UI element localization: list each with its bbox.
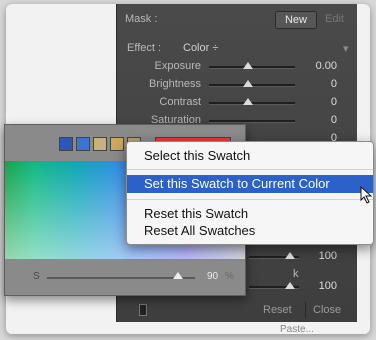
reset-button[interactable]: Reset [263, 304, 292, 316]
contrast-value[interactable]: 0 [307, 96, 337, 108]
exposure-label: Exposure [154, 60, 201, 72]
exposure-slider-thumb[interactable] [243, 62, 253, 69]
menu-item-set-swatch-current-color[interactable]: Set this Swatch to Current Color [127, 175, 373, 193]
menu-separator [127, 199, 373, 200]
mask-label: Mask : [125, 13, 158, 25]
close-button[interactable]: Close [313, 304, 341, 316]
brightness-value[interactable]: 0 [307, 78, 337, 90]
lower-value-1[interactable]: 100 [307, 250, 337, 262]
divider [305, 302, 306, 318]
contrast-label: Contrast [159, 96, 201, 108]
picker-saturation-thumb[interactable] [173, 272, 184, 279]
saturation-slider[interactable] [209, 120, 295, 123]
swatch-4[interactable] [110, 137, 124, 151]
menu-item-reset-swatch[interactable]: Reset this Swatch [127, 205, 373, 223]
menu-item-reset-all-swatches[interactable]: Reset All Swatches [127, 222, 373, 240]
lower-slider-2-thumb[interactable] [285, 282, 295, 289]
lower-label-2: k [293, 268, 299, 280]
contrast-slider-thumb[interactable] [243, 98, 253, 105]
menu-separator [127, 169, 373, 170]
exposure-value[interactable]: 0.00 [307, 60, 337, 72]
paste-label[interactable]: Paste... [280, 324, 314, 335]
saturation-value[interactable]: 0 [307, 114, 337, 126]
swatch-3[interactable] [93, 137, 107, 151]
mask-row: Mask : New Edit [125, 11, 349, 29]
mask-edit-button[interactable]: Edit [325, 13, 344, 25]
brightness-slider-thumb[interactable] [243, 80, 253, 87]
picker-saturation-value[interactable]: 90 [207, 271, 218, 282]
lower-slider-1-thumb[interactable] [285, 252, 295, 259]
mask-new-button[interactable]: New [275, 11, 317, 29]
saturation-letter: S [33, 271, 40, 282]
saturation-row: S 90 % [33, 271, 243, 285]
swatch-1[interactable] [59, 137, 73, 151]
effect-label: Effect : [127, 42, 162, 54]
swatch-context-menu: Select this Swatch Set this Swatch to Cu… [126, 141, 374, 245]
menu-item-select-swatch[interactable]: Select this Swatch [127, 147, 373, 165]
swatch-2[interactable] [76, 137, 90, 151]
lower-value-2[interactable]: 100 [307, 280, 337, 292]
percent-unit: % [225, 271, 234, 282]
panel-toggle-icon[interactable] [139, 304, 147, 316]
disclosure-triangle-icon[interactable]: ▾ [343, 42, 349, 55]
brightness-label: Brightness [149, 78, 201, 90]
effect-dropdown[interactable]: Color ÷ [183, 42, 218, 54]
